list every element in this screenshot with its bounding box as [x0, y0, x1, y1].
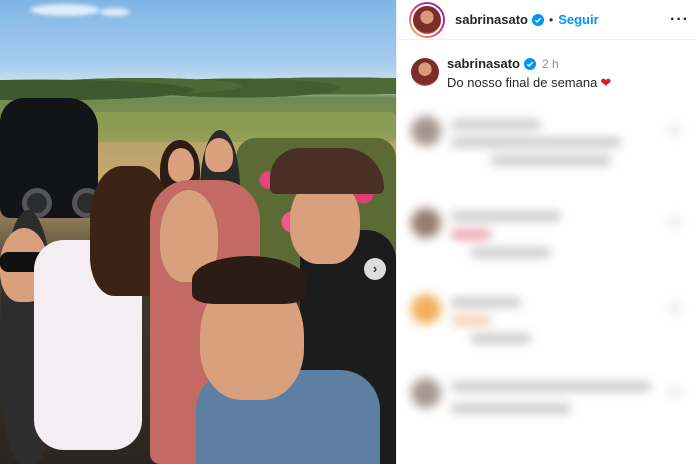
comment-avatar	[411, 208, 441, 238]
separator-dot: •	[548, 12, 554, 27]
face	[205, 138, 233, 172]
caption-header: sabrinasato 2 h	[447, 56, 611, 71]
avatar-image	[411, 3, 443, 36]
hair	[192, 256, 306, 304]
caption-text: Do nosso final de semana ❤	[447, 75, 611, 91]
list-item	[411, 290, 681, 350]
list-item	[411, 112, 681, 172]
car	[0, 98, 102, 218]
list-item	[411, 204, 681, 264]
heart-icon	[669, 124, 681, 136]
post-photo[interactable]: ›	[0, 0, 396, 464]
follow-button[interactable]: Seguir	[558, 12, 598, 27]
post-panel: sabrinasato • Seguir ··· sabrinasato 2 h…	[396, 0, 696, 464]
caption-time: 2 h	[541, 56, 559, 71]
comment-line	[451, 212, 561, 221]
comment-line	[451, 230, 491, 239]
comment-line	[471, 248, 551, 257]
comments-list-blurred	[397, 104, 696, 464]
comment-line	[471, 334, 531, 343]
username[interactable]: sabrinasato	[455, 12, 528, 27]
comment-avatar	[411, 294, 441, 324]
next-photo-button[interactable]: ›	[364, 258, 386, 280]
comment-line	[451, 382, 651, 391]
comment-line	[451, 120, 541, 129]
cloud	[30, 4, 100, 16]
comment-line	[451, 138, 621, 147]
heart-emoji: ❤	[600, 75, 612, 90]
heart-icon	[669, 302, 681, 314]
heart-icon	[669, 386, 681, 398]
more-options-icon[interactable]: ···	[670, 11, 689, 29]
caption: sabrinasato 2 h Do nosso final de semana…	[411, 56, 691, 91]
avatar[interactable]	[409, 1, 445, 38]
caption-username[interactable]: sabrinasato	[447, 56, 520, 71]
face	[168, 148, 194, 182]
caption-avatar[interactable]	[411, 58, 439, 86]
comment-line	[491, 156, 611, 165]
caption-body: sabrinasato 2 h Do nosso final de semana…	[447, 56, 611, 91]
comment-line	[451, 316, 491, 325]
comment-avatar	[411, 116, 441, 146]
list-item	[411, 374, 681, 434]
post-header: sabrinasato • Seguir ···	[397, 0, 696, 40]
verified-badge-icon	[531, 13, 544, 26]
chevron-right-icon: ›	[372, 261, 378, 276]
cap-hat	[270, 148, 384, 194]
comment-line	[451, 298, 521, 307]
caption-text-content: Do nosso final de semana	[447, 75, 598, 90]
comment-line	[451, 404, 571, 413]
heart-icon	[669, 216, 681, 228]
verified-badge-icon	[523, 57, 536, 70]
comment-avatar	[411, 378, 441, 408]
cloud	[100, 8, 130, 16]
